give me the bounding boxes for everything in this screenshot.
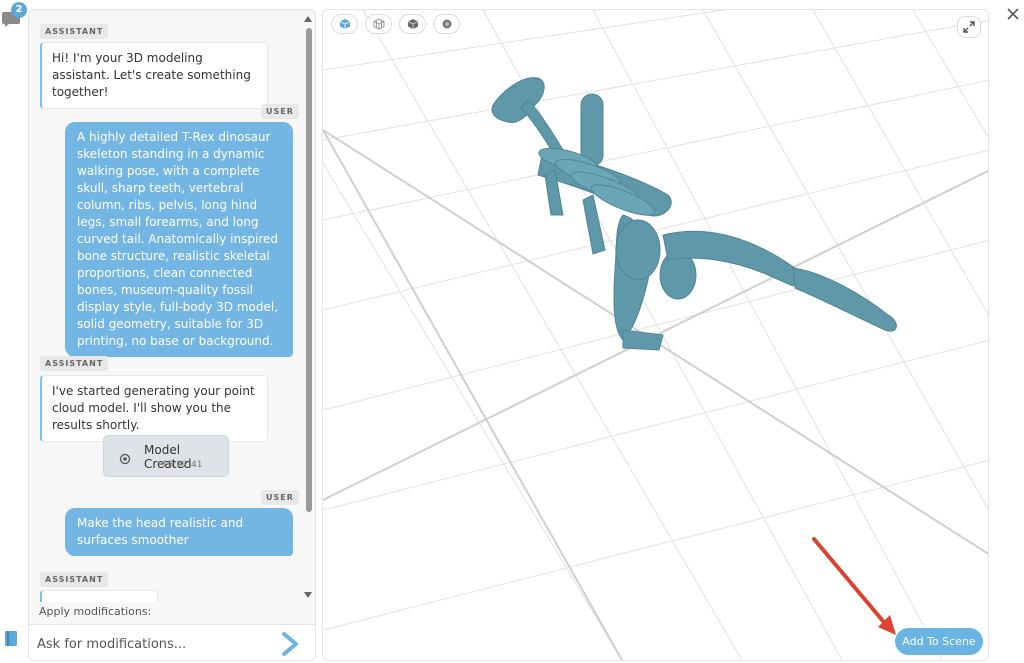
chat-message-list[interactable]: ASSISTANT Hi! I'm your 3D modeling assis… [29, 10, 315, 602]
user-message: Make the head realistic and surfaces smo… [65, 508, 293, 556]
chat-panel: ASSISTANT Hi! I'm your 3D modeling assis… [28, 9, 316, 661]
model-target-icon [119, 450, 131, 465]
user-message: A highly detailed T-Rex dinosaur skeleto… [65, 122, 293, 357]
send-chevron-icon[interactable] [279, 631, 301, 657]
role-tag-assistant: ASSISTANT [40, 356, 109, 371]
assistant-message [40, 590, 158, 602]
cube-wireframe-icon[interactable] [365, 14, 392, 34]
role-tag-user: USER [261, 104, 299, 119]
cube-points-icon[interactable] [433, 14, 460, 34]
assistant-message: Hi! I'm your 3D modeling assistant. Let'… [40, 42, 268, 109]
apply-modifications-label: Apply modifications: [39, 605, 152, 618]
app-root: 2 ASSISTANT Hi! I'm your 3D modeling ass… [0, 0, 1024, 663]
cube-shaded-icon[interactable] [399, 14, 426, 34]
cube-solid-icon[interactable] [331, 14, 358, 34]
fullscreen-icon[interactable] [957, 16, 981, 38]
model-card-time: 15:02:41 [162, 460, 203, 470]
trex-model [491, 77, 897, 351]
model-created-card[interactable]: Model Created 15:02:41 [103, 435, 229, 477]
chat-count-badge: 2 [11, 2, 27, 18]
model-viewport[interactable]: Add To Scene [322, 9, 989, 661]
role-tag-user: USER [261, 490, 299, 505]
close-icon[interactable] [1006, 6, 1020, 20]
red-pointer-arrow [812, 537, 896, 635]
scroll-thumb[interactable] [306, 28, 312, 512]
role-tag-assistant: ASSISTANT [40, 24, 109, 39]
book-icon[interactable] [3, 630, 19, 648]
scroll-down-icon[interactable] [304, 592, 312, 598]
input-row [29, 624, 315, 660]
assistant-message: I've started generating your point cloud… [40, 375, 268, 442]
modification-input[interactable] [37, 631, 273, 657]
role-tag-assistant: ASSISTANT [40, 572, 109, 587]
add-to-scene-button[interactable]: Add To Scene [895, 628, 983, 655]
scroll-up-icon[interactable] [304, 16, 312, 22]
viewport-toolbar [331, 14, 460, 36]
